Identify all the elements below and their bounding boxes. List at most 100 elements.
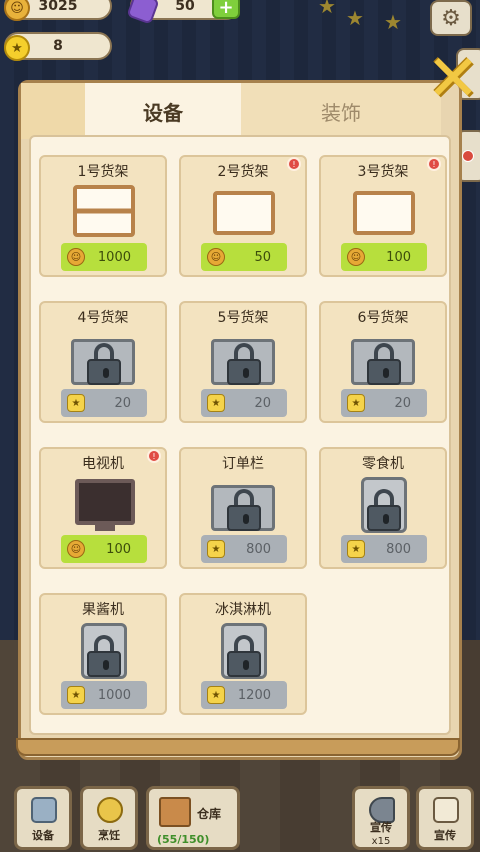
coin-counter: ☺ 3025 (4, 0, 112, 21)
item-name: 订单栏 (222, 456, 264, 472)
price-button[interactable]: ★ 800 (201, 535, 287, 563)
add-gems-button[interactable]: + (212, 0, 240, 19)
price-button[interactable]: ★ 20 (341, 389, 427, 417)
price-button[interactable]: ☺ 50 (201, 243, 287, 271)
cooking-pot-icon (97, 797, 123, 823)
equipment-label: 设备 (32, 829, 54, 842)
tv-stand (95, 525, 115, 531)
price-value: 800 (386, 541, 411, 557)
gem-value: 50 (175, 0, 195, 14)
close-icon: ✕ (426, 42, 480, 116)
lock-icon (227, 635, 261, 677)
price-button[interactable]: ★ 20 (201, 389, 287, 417)
price-value: 20 (114, 395, 131, 411)
new-badge-icon: ! (287, 157, 301, 171)
item-card[interactable]: 4号货架 ★ 20 (39, 301, 167, 423)
coin-icon: ☺ (67, 248, 85, 266)
star-icon: ★ (67, 686, 85, 704)
price-button[interactable]: ☺ 100 (341, 243, 427, 271)
gear-icon: ⚙ (441, 5, 461, 31)
tab-bar-left (21, 83, 85, 139)
item-card[interactable]: 2号货架! ☺ 50 (179, 155, 307, 277)
warehouse-label: 仓库 (197, 807, 222, 821)
price-value: 50 (254, 249, 271, 265)
item-card[interactable]: 零食机 ★ 800 (319, 447, 447, 569)
price-button[interactable]: ★ 1000 (61, 681, 147, 709)
cooking-button[interactable]: 烹饪 (80, 786, 138, 850)
coin-value: 3025 (38, 0, 78, 14)
price-button[interactable]: ★ 800 (341, 535, 427, 563)
star-icon: ★ (67, 394, 85, 412)
tv-icon (75, 479, 135, 525)
coin-icon: ☺ (4, 0, 30, 21)
item-card[interactable]: 6号货架 ★ 20 (319, 301, 447, 423)
item-name: 零食机 (362, 456, 404, 472)
item-name: 4号货架 (77, 310, 129, 326)
tab-equipment[interactable]: 设备 (85, 83, 241, 139)
lock-icon (367, 489, 401, 531)
price-value: 800 (246, 541, 271, 557)
promotion-button[interactable]: 宣传 x15 (352, 786, 410, 850)
item-card[interactable]: 电视机! ☺ 100 (39, 447, 167, 569)
equipment-button[interactable]: 设备 (14, 786, 72, 850)
item-name: 冰淇淋机 (215, 602, 271, 618)
star-icon: ★ (207, 394, 225, 412)
shelf-icon (213, 191, 275, 235)
modal-bottom-frame (16, 738, 460, 756)
star-counter: ★ 8 (4, 32, 112, 61)
coin-icon: ☺ (67, 540, 85, 558)
price-button[interactable]: ☺ 1000 (61, 243, 147, 271)
shop-modal: 设备 装饰 1号货架 ☺ 1000 2号货架! ☺ 50 3号货架! ☺ 100 4号货架 ★ 20 5… (18, 80, 462, 760)
price-button[interactable]: ★ 20 (61, 389, 147, 417)
star-icon: ★ (347, 540, 365, 558)
star-icon: ★ (4, 35, 30, 61)
shelf-icon (353, 191, 415, 235)
tab-decoration[interactable]: 装饰 (241, 83, 441, 139)
lock-icon (87, 635, 121, 677)
settings-button[interactable]: ⚙ (430, 0, 472, 36)
lock-icon (87, 343, 121, 385)
shelf-icon (73, 185, 135, 237)
coin-icon: ☺ (207, 248, 225, 266)
lock-icon (227, 343, 261, 385)
item-card[interactable]: 冰淇淋机 ★ 1200 (179, 593, 307, 715)
item-name: 6号货架 (357, 310, 409, 326)
item-name: 1号货架 (77, 164, 129, 180)
notification-dot (462, 150, 474, 162)
star-icon: ★ (207, 540, 225, 558)
gem-counter: 50 + (126, 0, 240, 25)
price-value: 100 (106, 541, 131, 557)
coin-icon: ☺ (347, 248, 365, 266)
star-value: 8 (53, 38, 63, 54)
promotion-count: x15 (371, 836, 391, 847)
price-button[interactable]: ★ 1200 (201, 681, 287, 709)
flyer-icon (433, 797, 459, 823)
item-name: 果酱机 (82, 602, 124, 618)
new-badge-icon: ! (147, 449, 161, 463)
item-card[interactable]: 5号货架 ★ 20 (179, 301, 307, 423)
star-icon: ★ (207, 686, 225, 704)
item-name: 5号货架 (217, 310, 269, 326)
item-card[interactable]: 3号货架! ☺ 100 (319, 155, 447, 277)
warehouse-count: (55/150) (157, 833, 210, 846)
item-card[interactable]: 果酱机 ★ 1000 (39, 593, 167, 715)
new-badge-icon: ! (427, 157, 441, 171)
warehouse-button[interactable]: 仓库 (55/150) (146, 786, 240, 850)
price-value: 20 (254, 395, 271, 411)
flyer-button[interactable]: 宣传 (416, 786, 474, 850)
lock-icon (227, 489, 261, 531)
price-button[interactable]: ☺ 100 (61, 535, 147, 563)
cooking-label: 烹饪 (98, 829, 120, 842)
flyer-label: 宣传 (434, 829, 456, 842)
price-value: 1000 (97, 249, 131, 265)
item-card[interactable]: 1号货架 ☺ 1000 (39, 155, 167, 277)
close-button[interactable]: ✕ (426, 47, 480, 111)
item-card[interactable]: 订单栏 ★ 800 (179, 447, 307, 569)
warehouse-icon (159, 797, 191, 827)
price-value: 1000 (97, 687, 131, 703)
lock-icon (367, 343, 401, 385)
item-grid: 1号货架 ☺ 1000 2号货架! ☺ 50 3号货架! ☺ 100 4号货架 ★ 20 5号货架 ★ 20… (29, 135, 451, 735)
price-value: 20 (394, 395, 411, 411)
price-value: 100 (386, 249, 411, 265)
price-value: 1200 (237, 687, 271, 703)
